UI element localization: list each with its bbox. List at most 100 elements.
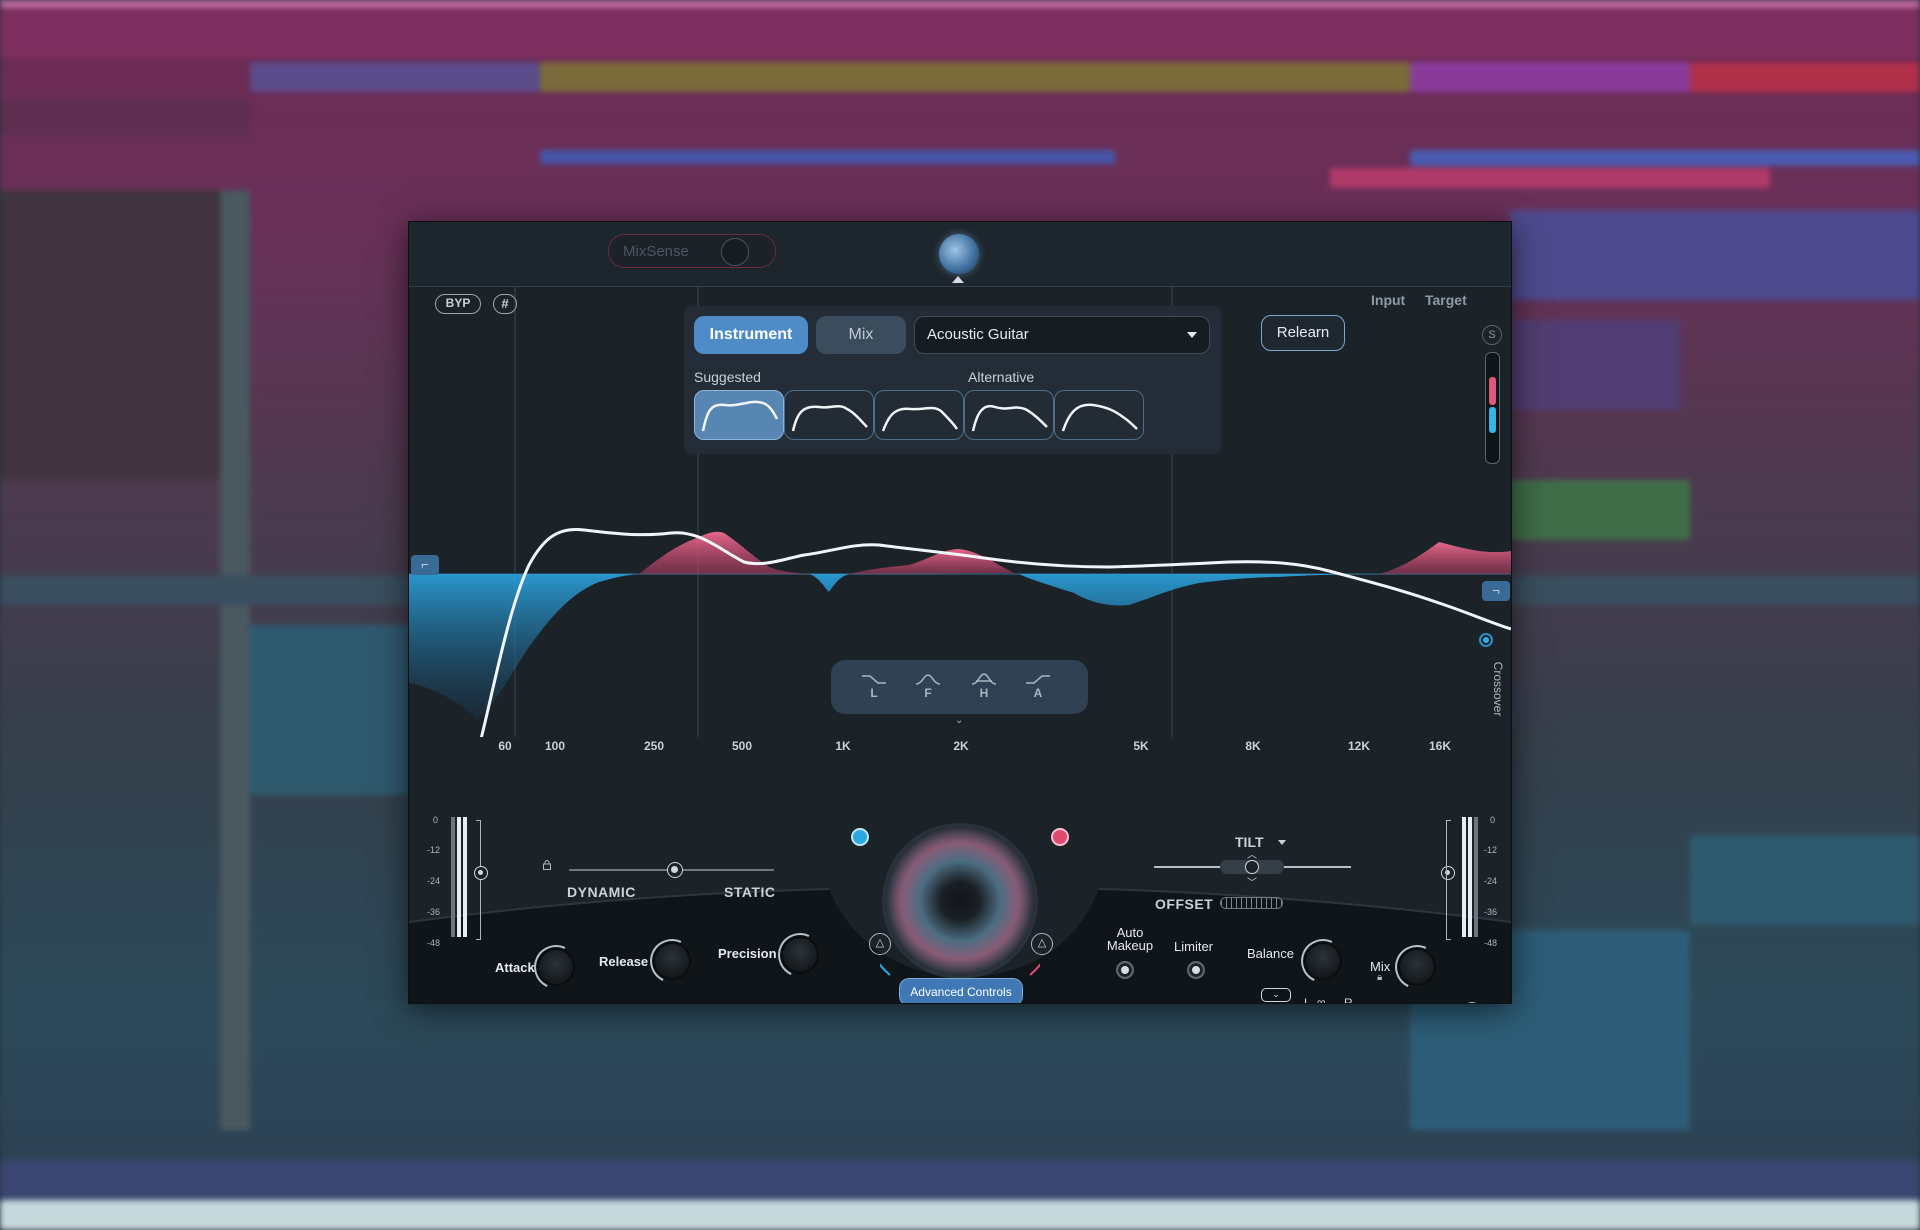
crossover-label: Crossover bbox=[1491, 661, 1505, 717]
shape-label: F bbox=[924, 686, 932, 700]
high-shelf-icon bbox=[1026, 675, 1050, 684]
boost-area bbox=[1379, 542, 1511, 574]
freq-label: 2K bbox=[953, 739, 969, 753]
mix-label: Mix bbox=[1370, 959, 1391, 974]
shape-label: A bbox=[1033, 686, 1043, 700]
target-label[interactable]: Target bbox=[1425, 292, 1467, 308]
output-side-meter bbox=[1485, 352, 1500, 464]
meter-scale-label: -36 bbox=[427, 907, 441, 917]
advanced-controls-button[interactable]: Advanced Controls bbox=[899, 978, 1023, 1003]
auto-makeup-toggle[interactable] bbox=[1116, 961, 1134, 979]
shape-high-button[interactable]: H bbox=[967, 672, 1001, 706]
shape-flat-button[interactable]: F bbox=[911, 672, 945, 706]
mixsense-label: MixSense bbox=[623, 243, 689, 260]
shape-label: L bbox=[870, 686, 878, 700]
chevron-up-icon[interactable]: ︿ bbox=[1247, 846, 1257, 861]
freq-label: 12K bbox=[1347, 739, 1371, 753]
cut-meter-bar bbox=[1489, 407, 1496, 433]
shape-label: H bbox=[979, 686, 989, 700]
freq-label: 250 bbox=[643, 739, 665, 753]
lowpass-handle-icon[interactable]: ¬ bbox=[1482, 581, 1510, 601]
precision-knob[interactable] bbox=[783, 938, 817, 972]
meter-scale-label: -24 bbox=[1484, 876, 1498, 886]
freq-label: 100 bbox=[544, 739, 566, 753]
balance-knob[interactable] bbox=[1306, 944, 1340, 978]
chevron-down-icon[interactable]: ⌄ bbox=[955, 715, 963, 726]
attack-knob[interactable] bbox=[539, 950, 573, 984]
triangle-up-icon[interactable]: △ bbox=[869, 933, 891, 955]
precision-label: Precision bbox=[718, 946, 777, 961]
meter-scale-label: -48 bbox=[1484, 938, 1498, 948]
meter-scale-label: -12 bbox=[1484, 845, 1498, 855]
offset-label: OFFSET bbox=[1155, 896, 1214, 912]
balance-left-label: L bbox=[1304, 996, 1311, 1004]
cut-amount-handle[interactable] bbox=[851, 828, 869, 846]
tilt-thumb[interactable] bbox=[1245, 860, 1259, 874]
filter-shape-selector: L F H A ⌄ bbox=[831, 660, 1088, 726]
crossover-toggle[interactable] bbox=[1479, 633, 1493, 647]
learning-eye[interactable] bbox=[885, 826, 1035, 976]
freq-label: 5K bbox=[1133, 739, 1149, 753]
bell-icon bbox=[915, 674, 941, 685]
auto-makeup-label: Auto Makeup bbox=[1106, 925, 1154, 953]
boost-meter-bar bbox=[1489, 377, 1496, 405]
mixsense-toggle[interactable]: MixSense bbox=[608, 234, 776, 268]
output-meter-right bbox=[1474, 817, 1478, 937]
mix-knob[interactable] bbox=[1400, 950, 1434, 984]
limiter-toggle[interactable] bbox=[1187, 961, 1205, 979]
relearn-button[interactable]: Relearn bbox=[1261, 315, 1345, 351]
grid-button[interactable]: # bbox=[493, 294, 517, 314]
bypass-button[interactable]: BYP bbox=[435, 294, 481, 314]
meter-scale-label: -12 bbox=[427, 845, 441, 855]
attack-label: Attack bbox=[495, 960, 535, 975]
release-label: Release bbox=[599, 954, 649, 969]
meter-bracket bbox=[1446, 820, 1451, 940]
link-icon[interactable]: ∞ bbox=[1317, 995, 1326, 1003]
lock-icon[interactable] bbox=[543, 860, 551, 870]
alternative-profile-2[interactable] bbox=[1054, 390, 1144, 440]
profile-curve-icon bbox=[881, 406, 959, 432]
freq-label: 500 bbox=[731, 739, 753, 753]
input-meter-left bbox=[457, 817, 461, 937]
highpass-handle-icon[interactable]: ⌐ bbox=[411, 555, 439, 575]
input-label[interactable]: Input bbox=[1371, 292, 1405, 308]
plugin-window: MixSense ⌐ ¬ 60 100 250 500 1K 2K 5K 8K … bbox=[408, 221, 1512, 1004]
boost-amount-handle[interactable] bbox=[1051, 828, 1069, 846]
alternative-label: Alternative bbox=[968, 369, 1035, 385]
profile-curve-icon bbox=[971, 404, 1048, 432]
balance-right-label: R bbox=[1344, 996, 1353, 1004]
tab-mix[interactable]: Mix bbox=[816, 316, 906, 354]
static-label: STATIC bbox=[724, 884, 776, 900]
suggested-profile-3[interactable] bbox=[874, 390, 964, 440]
input-gain-fader[interactable] bbox=[474, 866, 488, 880]
freq-label: 16K bbox=[1428, 739, 1452, 753]
instrument-dropdown[interactable]: Acoustic Guitar bbox=[914, 316, 1210, 354]
chevron-down-icon[interactable]: ﹀ bbox=[1247, 874, 1257, 889]
logo-icon[interactable] bbox=[939, 234, 979, 274]
tab-instrument[interactable]: Instrument bbox=[694, 316, 808, 354]
shape-air-button[interactable]: A bbox=[1021, 672, 1055, 706]
meter-scale-label: 0 bbox=[433, 815, 439, 825]
output-meter-right bbox=[1468, 817, 1472, 937]
shape-low-shelf-button[interactable]: L bbox=[857, 672, 891, 706]
meter-scale-label: -24 bbox=[427, 876, 441, 886]
offset-wheel[interactable] bbox=[1220, 897, 1283, 909]
release-knob[interactable] bbox=[655, 944, 689, 978]
alternative-profile-1[interactable] bbox=[964, 390, 1054, 440]
triangle-up-icon[interactable]: △ bbox=[1031, 933, 1053, 955]
low-shelf-icon bbox=[862, 675, 886, 684]
meter-scale-label: 0 bbox=[1490, 815, 1496, 825]
input-meter-right bbox=[463, 817, 467, 937]
mixsense-switch-knob bbox=[721, 238, 749, 266]
suggested-profile-2[interactable] bbox=[784, 390, 874, 440]
dynamic-static-thumb[interactable] bbox=[667, 862, 683, 878]
collapse-arrow-icon[interactable] bbox=[952, 276, 964, 283]
suggested-profile-1[interactable] bbox=[694, 390, 784, 440]
instrument-dropdown-value: Acoustic Guitar bbox=[927, 326, 1029, 343]
meter-scale-label: -36 bbox=[1484, 907, 1498, 917]
tilt-dropdown-caret-icon[interactable] bbox=[1278, 840, 1286, 845]
balance-mode-dropdown[interactable]: ⌄ bbox=[1261, 988, 1291, 1002]
meter-bracket bbox=[476, 820, 481, 940]
input-meter-left bbox=[451, 817, 455, 937]
solo-button[interactable]: S bbox=[1482, 325, 1502, 345]
